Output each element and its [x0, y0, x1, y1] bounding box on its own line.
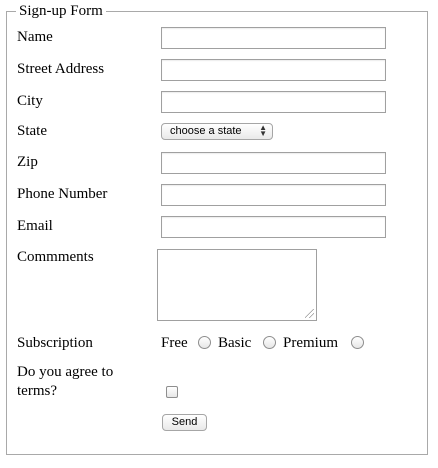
subscription-option-free-label: Free [161, 335, 188, 351]
name-label: Name [17, 29, 53, 45]
state-label: State [17, 123, 47, 139]
state-select[interactable]: choose a state ▲ ▼ [161, 123, 273, 140]
zip-label: Zip [17, 154, 38, 170]
select-arrows-icon: ▲ ▼ [259, 123, 267, 138]
terms-label-line1: Do you agree to [17, 364, 114, 380]
phone-number-label: Phone Number [17, 186, 108, 202]
terms-checkbox[interactable] [166, 386, 178, 398]
subscription-label: Subscription [17, 335, 93, 351]
state-select-value: choose a state [170, 125, 242, 137]
subscription-radio-basic[interactable] [263, 336, 276, 349]
resize-grip-icon[interactable] [305, 309, 314, 318]
name-input[interactable] [161, 27, 386, 49]
street-address-label: Street Address [17, 61, 105, 77]
send-button[interactable]: Send [162, 414, 207, 431]
subscription-radio-free[interactable] [198, 336, 211, 349]
comments-label: Commments [17, 249, 94, 265]
terms-label-line2: terms? [17, 383, 57, 399]
city-input[interactable] [161, 91, 386, 113]
subscription-option-basic-label: Basic [218, 335, 252, 351]
city-label: City [17, 93, 43, 109]
email-input[interactable] [161, 216, 386, 238]
street-address-input[interactable] [161, 59, 386, 81]
email-label: Email [17, 218, 53, 234]
subscription-radio-premium[interactable] [351, 336, 364, 349]
subscription-option-premium-label: Premium [283, 335, 338, 351]
comments-textarea[interactable] [157, 249, 317, 321]
form-legend: Sign-up Form [16, 2, 106, 20]
zip-input[interactable] [161, 152, 386, 174]
phone-number-input[interactable] [161, 184, 386, 206]
